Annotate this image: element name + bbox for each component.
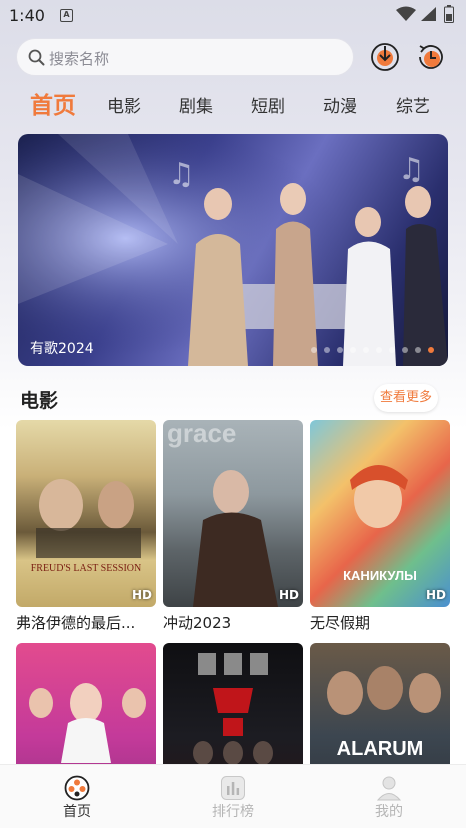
movie-poster: FREUD'S LAST SESSION HD [16, 420, 156, 607]
tab-series[interactable]: 剧集 [179, 92, 213, 117]
svg-text:♫: ♫ [168, 157, 195, 192]
movie-card[interactable]: grace HD 冲动2023 [163, 420, 303, 632]
film-reel-icon [64, 775, 90, 801]
category-tabs: 首页 电影 剧集 短剧 动漫 综艺 [0, 86, 466, 122]
bottom-navigation: 首页 排行榜 我的 [0, 764, 466, 828]
banner-title: 有歌2024 [30, 341, 94, 357]
carousel-indicator [311, 347, 434, 353]
carousel-dot[interactable] [363, 347, 369, 353]
view-more-button[interactable]: 查看更多 [374, 384, 438, 412]
nav-ranking-label: 排行榜 [212, 804, 254, 820]
search-icon [28, 49, 45, 66]
search-input[interactable]: 搜索名称 [16, 38, 354, 76]
poster-text: ALARUM [337, 738, 424, 760]
hd-badge: HD [131, 588, 152, 602]
carousel-dot[interactable] [402, 347, 408, 353]
carousel-dot[interactable] [376, 347, 382, 353]
wifi-icon [396, 6, 416, 21]
movie-title: 弗洛伊德的最后... [16, 614, 136, 632]
poster-text: FREUD'S LAST SESSION [31, 563, 142, 574]
svg-text:♫: ♫ [398, 152, 425, 187]
movie-card[interactable] [163, 643, 303, 764]
movie-poster: КАНИКУЛЫ HD [310, 420, 450, 607]
carousel-dot-active[interactable] [428, 347, 434, 353]
movie-card[interactable]: КАНИКУЛЫ HD 无尽假期 [310, 420, 450, 632]
carousel-dot[interactable] [389, 347, 395, 353]
tab-home[interactable]: 首页 [30, 86, 76, 120]
status-bar: 1:40 A [0, 0, 466, 32]
movie-card[interactable] [16, 643, 156, 764]
movie-poster: ALARUM [310, 643, 450, 764]
tab-short-drama[interactable]: 短剧 [251, 92, 285, 117]
battery-icon [444, 5, 454, 23]
banner-image: ♫ ♫ [18, 134, 448, 366]
movie-card[interactable]: ALARUM [310, 643, 450, 764]
carousel-dot[interactable] [311, 347, 317, 353]
movie-card[interactable]: FREUD'S LAST SESSION HD 弗洛伊德的最后... [16, 420, 156, 632]
search-placeholder: 搜索名称 [49, 50, 110, 68]
movie-title: 无尽假期 [310, 614, 371, 632]
status-time: 1:40 [9, 6, 45, 25]
history-icon[interactable] [416, 42, 446, 72]
tab-movies[interactable]: 电影 [107, 92, 141, 117]
tab-variety[interactable]: 综艺 [396, 92, 430, 117]
section-title: 电影 [20, 390, 59, 412]
movie-title: 冲动2023 [163, 614, 232, 632]
signal-icon [421, 7, 436, 21]
banner-carousel[interactable]: ♫ ♫ 有歌2024 [18, 134, 448, 366]
nav-profile-label: 我的 [375, 804, 403, 820]
chart-icon [221, 776, 245, 800]
carousel-dot[interactable] [337, 347, 343, 353]
download-icon[interactable] [370, 42, 400, 72]
movie-poster [163, 643, 303, 764]
tab-anime[interactable]: 动漫 [323, 92, 357, 117]
movie-poster [16, 643, 156, 764]
carousel-dot[interactable] [415, 347, 421, 353]
carousel-dot[interactable] [324, 347, 330, 353]
notification-icon: A [60, 9, 73, 22]
carousel-dot[interactable] [350, 347, 356, 353]
user-icon [376, 776, 402, 801]
nav-home-label: 首页 [63, 804, 91, 820]
hd-badge: HD [425, 588, 446, 602]
hd-badge: HD [278, 588, 299, 602]
poster-text: grace [167, 420, 236, 448]
poster-text: КАНИКУЛЫ [343, 568, 417, 583]
movie-poster: grace HD [163, 420, 303, 607]
